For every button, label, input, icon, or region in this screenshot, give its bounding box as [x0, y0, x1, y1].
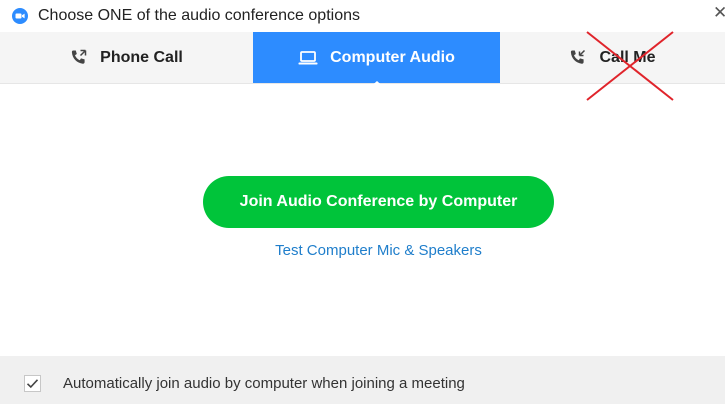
join-audio-by-computer-button[interactable]: Join Audio Conference by Computer: [203, 176, 554, 228]
audio-tab-bar: Phone Call Computer Audio Call Me: [0, 32, 725, 84]
auto-join-label: Automatically join audio by computer whe…: [63, 375, 465, 392]
tab-call-me-label: Call Me: [599, 48, 656, 66]
tab-phone-call-label: Phone Call: [100, 48, 183, 66]
tab-computer-audio-label: Computer Audio: [330, 48, 455, 66]
auto-join-checkbox[interactable]: [24, 375, 41, 392]
title-bar: Choose ONE of the audio conference optio…: [0, 0, 725, 32]
footer-bar: Automatically join audio by computer whe…: [0, 356, 725, 404]
laptop-icon: [298, 50, 318, 66]
tab-call-me[interactable]: Call Me: [500, 32, 725, 83]
audio-options-dialog: Choose ONE of the audio conference optio…: [0, 0, 725, 404]
zoom-logo-icon: [12, 8, 28, 24]
checkmark-icon: [26, 379, 39, 389]
test-mic-speakers-link[interactable]: Test Computer Mic & Speakers: [225, 242, 532, 259]
close-icon[interactable]: ✕: [713, 3, 725, 23]
phone-icon: [70, 49, 88, 67]
phone-incoming-icon: [569, 49, 587, 67]
tab-computer-audio[interactable]: Computer Audio: [253, 32, 500, 83]
window-title: Choose ONE of the audio conference optio…: [38, 7, 360, 24]
tab-phone-call[interactable]: Phone Call: [0, 32, 253, 83]
active-tab-indicator: [367, 81, 387, 90]
